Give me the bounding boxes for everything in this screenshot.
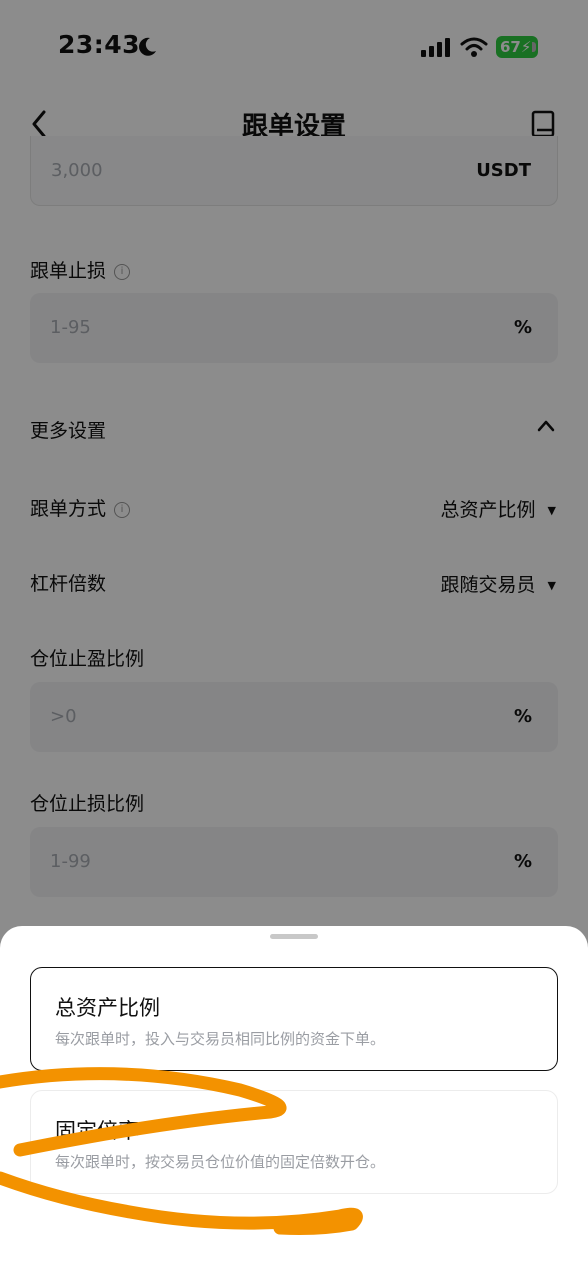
- option-title: 总资产比例: [55, 996, 160, 1020]
- option-fixed-multiple[interactable]: 固定倍率 每次跟单时，按交易员仓位价值的固定倍数开仓。: [30, 1090, 558, 1194]
- sheet-drag-handle[interactable]: [270, 934, 318, 939]
- option-total-asset-ratio[interactable]: 总资产比例 每次跟单时，投入与交易员相同比例的资金下单。: [30, 967, 558, 1071]
- option-description: 每次跟单时，投入与交易员相同比例的资金下单。: [55, 1030, 386, 1048]
- option-title: 固定倍率: [55, 1119, 139, 1143]
- option-description: 每次跟单时，按交易员仓位价值的固定倍数开仓。: [55, 1153, 386, 1171]
